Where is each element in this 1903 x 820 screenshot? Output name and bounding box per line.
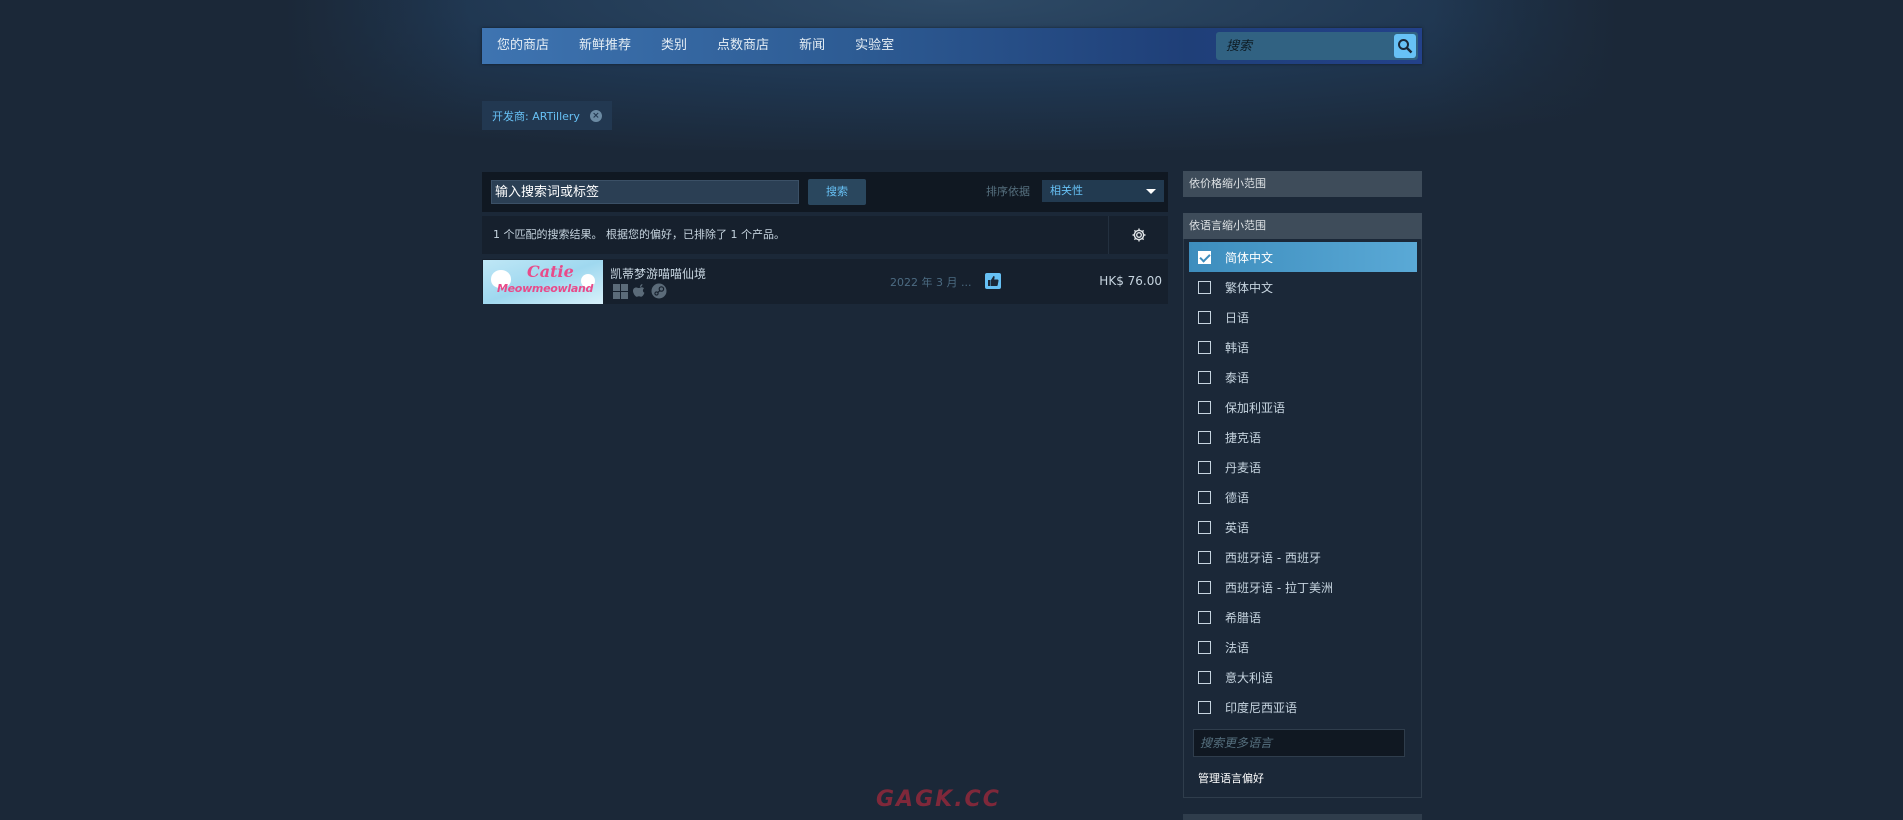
game-capsule-image: Catie Meowmeowland — [483, 260, 603, 304]
language-option[interactable]: 捷克语 — [1189, 422, 1417, 452]
results-summary-bar: 1 个匹配的搜索结果。 根据您的偏好，已排除了 1 个产品。 — [482, 216, 1168, 254]
checkbox[interactable] — [1198, 400, 1211, 414]
language-filter-header[interactable]: 依语言缩小范围 — [1183, 213, 1422, 239]
checkbox[interactable] — [1198, 280, 1211, 294]
language-option-label: 保加利亚语 — [1225, 400, 1286, 415]
checkbox[interactable] — [1198, 580, 1211, 594]
steam-icon — [651, 283, 667, 299]
checkbox[interactable] — [1198, 430, 1211, 444]
language-option-label: 印度尼西亚语 — [1225, 700, 1298, 715]
checkbox[interactable] — [1198, 640, 1211, 654]
checkbox[interactable] — [1198, 550, 1211, 564]
language-option[interactable]: 德语 — [1189, 482, 1417, 512]
sort-dropdown[interactable]: 相关性 — [1042, 180, 1164, 202]
review-summary-badge[interactable] — [985, 273, 1001, 289]
search-result-row[interactable]: Catie Meowmeowland 凯蒂梦游喵喵仙境 2022 年 3 月 .… — [482, 259, 1168, 304]
next-filter-header[interactable] — [1183, 814, 1422, 820]
watermark-logo: GAGK.CC — [876, 787, 1001, 812]
thumbs-up-icon — [988, 276, 999, 286]
language-option[interactable]: 印度尼西亚语 — [1189, 692, 1417, 722]
developer-filter-label: 开发商: ARTillery — [492, 109, 580, 123]
language-option-label: 韩语 — [1225, 340, 1250, 355]
language-option-label: 繁体中文 — [1225, 280, 1274, 295]
nav-item-categories[interactable]: 类别 — [646, 28, 702, 64]
language-option-label: 德语 — [1225, 490, 1250, 505]
language-option[interactable]: 西班牙语 - 西班牙 — [1189, 542, 1417, 572]
developer-filter-tag: 开发商: ARTillery × — [482, 101, 612, 130]
language-option-label: 丹麦语 — [1225, 460, 1262, 475]
checkbox[interactable] — [1198, 370, 1211, 384]
language-option[interactable]: 简体中文 — [1189, 242, 1417, 272]
language-option-label: 泰语 — [1225, 370, 1250, 385]
language-option-label: 英语 — [1225, 520, 1250, 535]
checkbox[interactable] — [1198, 490, 1211, 504]
nav-item-new-noteworthy[interactable]: 新鲜推荐 — [564, 28, 646, 64]
checkbox[interactable] — [1198, 670, 1211, 684]
language-option-label: 法语 — [1225, 640, 1250, 655]
language-option[interactable]: 泰语 — [1189, 362, 1417, 392]
game-price: HK$ 76.00 — [1099, 274, 1162, 288]
game-title: 凯蒂梦游喵喵仙境 — [610, 267, 707, 281]
release-date: 2022 年 3 月 ... — [890, 276, 972, 289]
chevron-down-icon — [1146, 189, 1156, 194]
price-filter-header[interactable]: 依价格缩小范围 — [1183, 171, 1422, 197]
language-option[interactable]: 保加利亚语 — [1189, 392, 1417, 422]
header-shade-left — [0, 0, 470, 150]
gear-icon — [1132, 228, 1145, 242]
capsule-logo-text: Catie — [527, 262, 574, 281]
sort-value: 相关性 — [1050, 184, 1083, 197]
settings-button[interactable] — [1108, 216, 1168, 254]
language-option[interactable]: 英语 — [1189, 512, 1417, 542]
checkbox[interactable] — [1198, 310, 1211, 324]
checkbox[interactable] — [1198, 520, 1211, 534]
language-option-label: 意大利语 — [1225, 670, 1274, 685]
store-search-input[interactable] — [1216, 32, 1394, 60]
language-option-label: 捷克语 — [1225, 430, 1262, 445]
store-search-button[interactable] — [1394, 34, 1416, 58]
language-option[interactable]: 丹麦语 — [1189, 452, 1417, 482]
language-option-label: 日语 — [1225, 310, 1250, 325]
language-option[interactable]: 希腊语 — [1189, 602, 1417, 632]
language-option[interactable]: 意大利语 — [1189, 662, 1417, 692]
nav-item-labs[interactable]: 实验室 — [840, 28, 909, 64]
language-option-label: 简体中文 — [1225, 250, 1274, 265]
search-icon — [1398, 39, 1413, 54]
checkbox-checked[interactable] — [1198, 250, 1211, 264]
nav-item-points-shop[interactable]: 点数商店 — [702, 28, 784, 64]
results-summary-text: 1 个匹配的搜索结果。 根据您的偏好，已排除了 1 个产品。 — [493, 228, 785, 241]
checkbox[interactable] — [1198, 700, 1211, 714]
header-background — [0, 0, 1903, 150]
header-shade-right — [1433, 0, 1903, 150]
language-filter-list: 印度尼西亚语 意大利语 法语 希腊语 西班牙语 - 拉丁美洲 西班牙语 - 西班牙 英语 德语… — [1183, 239, 1422, 798]
checkbox[interactable] — [1198, 610, 1211, 624]
platform-icons — [613, 283, 667, 299]
checkbox[interactable] — [1198, 460, 1211, 474]
sort-label: 排序依据 — [986, 185, 1030, 198]
language-option[interactable]: 韩语 — [1189, 332, 1417, 362]
language-option-label: 西班牙语 - 拉丁美洲 — [1225, 580, 1333, 595]
language-search-input[interactable] — [1193, 729, 1405, 757]
search-button[interactable]: 搜索 — [808, 179, 866, 205]
checkbox[interactable] — [1198, 340, 1211, 354]
search-term-bar: 搜索 排序依据 相关性 — [482, 172, 1168, 212]
capsule-logo-subtext: Meowmeowland — [497, 282, 594, 295]
nav-item-your-store[interactable]: 您的商店 — [482, 28, 564, 64]
store-nav: 您的商店 新鲜推荐 类别 点数商店 新闻 实验室 — [482, 28, 1422, 64]
language-option-label: 希腊语 — [1225, 610, 1262, 625]
nav-item-news[interactable]: 新闻 — [784, 28, 840, 64]
close-icon[interactable]: × — [589, 109, 602, 122]
language-option[interactable]: 西班牙语 - 拉丁美洲 — [1189, 572, 1417, 602]
language-option-label: 西班牙语 - 西班牙 — [1225, 550, 1321, 565]
language-option[interactable]: 法语 — [1189, 632, 1417, 662]
store-search-box — [1216, 32, 1418, 60]
search-term-input[interactable] — [490, 179, 800, 205]
language-option[interactable]: 繁体中文 — [1189, 272, 1417, 302]
windows-icon — [613, 283, 628, 299]
language-option[interactable]: 日语 — [1189, 302, 1417, 332]
manage-language-preferences-link[interactable]: 管理语言偏好 — [1198, 770, 1264, 786]
apple-icon — [633, 284, 645, 297]
